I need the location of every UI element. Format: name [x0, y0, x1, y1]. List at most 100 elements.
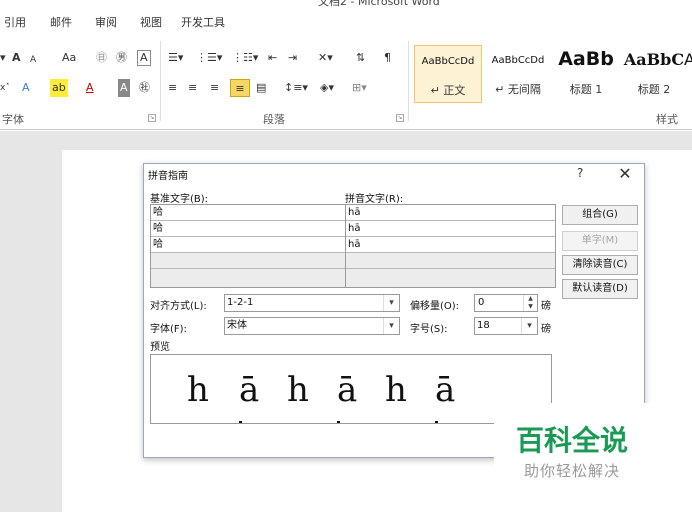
base-text-input[interactable] [151, 253, 345, 269]
window-titlebar: 文档2 - Microsoft Word [0, 0, 692, 8]
tab-references[interactable]: 引用 [4, 14, 26, 30]
window-title: 文档2 - Microsoft Word [318, 0, 440, 8]
offset-label: 偏移量(O): [410, 301, 460, 312]
text-effects-button[interactable]: A [22, 79, 30, 97]
font-select[interactable]: 宋体 ▾ [224, 317, 400, 335]
base-text-input[interactable]: 哈 [151, 205, 345, 221]
watermark-logo: 百科全说 助你轻松解决 [494, 403, 692, 512]
tab-review[interactable]: 审阅 [95, 14, 117, 30]
size-value: 18 [477, 320, 490, 331]
grow-font-button[interactable]: A [12, 49, 21, 67]
align-center-icon[interactable]: ≡ [188, 79, 197, 97]
tab-view[interactable]: 视图 [140, 14, 162, 30]
ruby-text-input[interactable]: hā [346, 237, 555, 253]
text-grid: 哈 hā 哈 hā 哈 hā [150, 204, 556, 288]
alignment-value: 1-2-1 [227, 297, 254, 308]
chevron-down-icon: ▾ [521, 318, 537, 334]
bullets-icon[interactable]: ☰▾ [168, 49, 183, 67]
ribbon: ▾ A A Aa ㊐ ㊚ A x˟ A ab A A ㊓ 字体 ↘ ☰▾ ⋮☰▾… [0, 35, 692, 130]
multilevel-list-icon[interactable]: ⋮☷▾ [232, 49, 258, 67]
ruby-text-input[interactable] [346, 253, 555, 269]
font-value: 宋体 [227, 320, 247, 331]
base-text-input[interactable] [151, 269, 345, 287]
style-sample: AaBbCcDd [491, 55, 545, 66]
preview-box: h ā h ā h ā [150, 354, 552, 424]
preview-glyph: h [385, 370, 407, 410]
style-normal[interactable]: AaBbCcDd ↵ 正文 [414, 45, 482, 103]
tab-mailings[interactable]: 邮件 [50, 14, 72, 30]
clear-format-icon[interactable]: ㊚ [116, 49, 127, 67]
paragraph-group-label: 段落 [263, 113, 285, 126]
style-name: ↵ 无间隔 [495, 83, 541, 96]
borders-icon[interactable]: ⊞▾ [352, 79, 367, 97]
superscript-icon[interactable]: x˟ [0, 79, 10, 97]
offset-unit: 磅 [541, 301, 551, 312]
highlight-icon[interactable]: ab [50, 79, 68, 97]
font-dialog-launcher-icon[interactable]: ↘ [148, 114, 156, 122]
increase-indent-icon[interactable]: ⇥ [288, 49, 297, 67]
asian-layout-icon[interactable]: ✕▾ [318, 49, 333, 67]
change-case-button[interactable]: Aa [62, 49, 76, 67]
size-select[interactable]: 18 ▾ [474, 317, 538, 335]
preview-glyph: ā [337, 370, 358, 410]
base-text-input[interactable]: 哈 [151, 221, 345, 237]
preview-base-mark [239, 421, 242, 423]
ruby-text-input[interactable]: hā [346, 221, 555, 237]
ruby-text-label: 拼音文字(R): [345, 194, 404, 205]
spin-arrows-icon[interactable]: ▲ ▼ [523, 295, 537, 311]
sort-icon[interactable]: ⇅ [356, 49, 365, 67]
line-spacing-icon[interactable]: ↕≡▾ [284, 79, 308, 97]
tab-developer[interactable]: 开发工具 [181, 14, 225, 30]
shrink-font-button[interactable]: A [30, 51, 36, 69]
style-no-spacing[interactable]: AaBbCcDd ↵ 无间隔 [484, 45, 552, 103]
style-sample: AaBbCcDd [421, 56, 475, 67]
numbering-icon[interactable]: ⋮☰▾ [196, 49, 222, 67]
style-name: 标题 1 [569, 83, 603, 96]
font-color-button[interactable]: A [86, 79, 94, 97]
base-text-input[interactable]: 哈 [151, 237, 345, 253]
style-name: ↵ 正文 [430, 84, 466, 97]
alignment-label: 对齐方式(L): [150, 301, 207, 312]
group-button[interactable]: 组合(G) [562, 205, 638, 225]
alignment-select[interactable]: 1-2-1 ▾ [224, 294, 400, 312]
preview-glyph: h [287, 370, 309, 410]
align-left-icon[interactable]: ≡ [168, 79, 177, 97]
ruby-text-input[interactable] [346, 269, 555, 287]
clear-reading-button[interactable]: 清除读音(C) [562, 255, 638, 275]
style-sample: AaBb [558, 48, 614, 70]
ruby-text-input[interactable]: hā [346, 205, 555, 221]
size-label: 字号(S): [410, 324, 448, 335]
align-right-icon[interactable]: ≡ [210, 79, 219, 97]
justify-icon[interactable]: ≡ [230, 79, 250, 97]
mono-button[interactable]: 单字(M) [562, 231, 638, 251]
preview-glyph: ā [435, 370, 456, 410]
close-button[interactable]: ✕ [614, 164, 636, 184]
preview-label: 预览 [150, 342, 170, 353]
style-heading-1[interactable]: AaBb 标题 1 [552, 45, 620, 103]
style-heading-2[interactable]: AaBbC 标题 2 [620, 45, 688, 103]
decrease-indent-icon[interactable]: ⇤ [268, 49, 277, 67]
char-border-button[interactable]: A [137, 50, 151, 66]
pinyin-guide-button[interactable]: ㊐ [96, 49, 107, 67]
font-label: 字体(F): [150, 324, 187, 335]
watermark-subtitle: 助你轻松解决 [524, 462, 621, 480]
base-text-label: 基准文字(B): [150, 194, 209, 205]
enclosed-char-button[interactable]: ㊓ [139, 79, 150, 97]
paragraph-dialog-launcher-icon[interactable]: ↘ [396, 114, 404, 122]
help-button[interactable]: ? [577, 166, 591, 180]
style-sample: A [684, 50, 692, 69]
char-shading-button[interactable]: A [118, 79, 130, 97]
ribbon-tabs: 引用 邮件 审阅 视图 开发工具 [0, 8, 692, 35]
distributed-icon[interactable]: ▤ [256, 79, 266, 97]
chevron-down-icon: ▾ [383, 295, 399, 311]
style-more[interactable]: A [684, 45, 692, 103]
preview-glyph: ā [239, 370, 260, 410]
column-divider [345, 205, 346, 287]
default-reading-button[interactable]: 默认读音(D) [562, 279, 638, 299]
show-marks-icon[interactable]: ¶ [384, 49, 391, 67]
preview-base-mark [435, 421, 438, 423]
group-divider [160, 41, 161, 121]
shading-icon[interactable]: ◈▾ [320, 79, 334, 97]
offset-stepper[interactable]: 0 ▲ ▼ [474, 294, 538, 312]
font-size-dropdown-icon[interactable]: ▾ [0, 49, 6, 67]
